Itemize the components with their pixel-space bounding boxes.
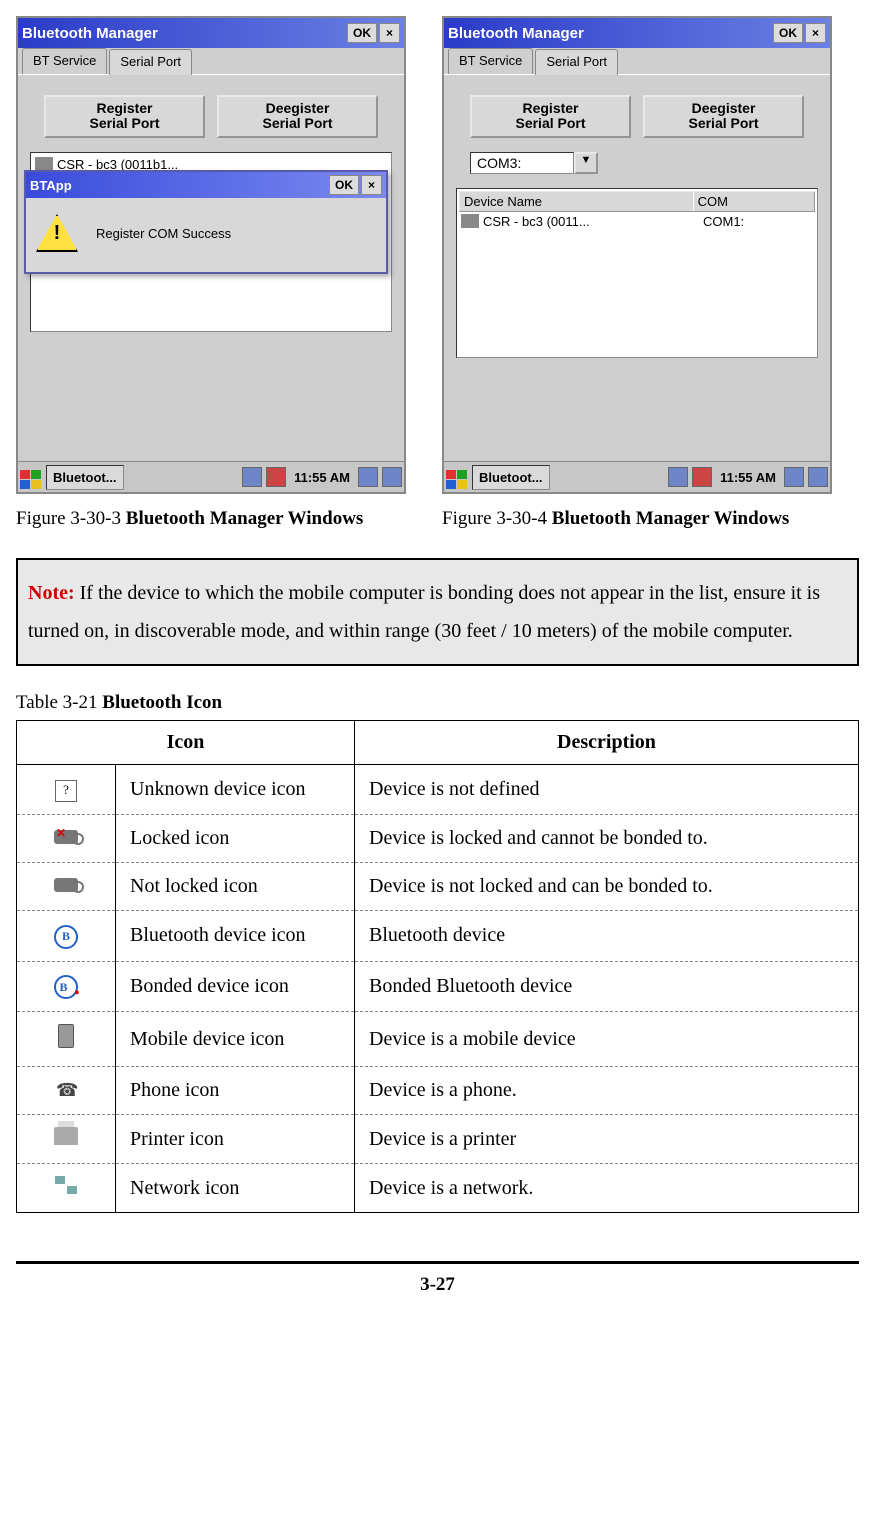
figures-row: Bluetooth Manager OK × BT Service Serial… — [16, 16, 859, 530]
tray-icon-1[interactable] — [668, 467, 688, 487]
taskbar-app-button[interactable]: Bluetoot... — [472, 465, 550, 490]
right-title-text: Bluetooth Manager — [448, 25, 584, 42]
tray-icon-4[interactable] — [382, 467, 402, 487]
unknown-icon: ? — [55, 780, 77, 802]
left-dialog: BTApp OK × ! Register COM Success — [24, 170, 388, 274]
not-locked-icon — [54, 878, 78, 892]
list-item[interactable]: CSR - bc3 (0011... COM1: — [459, 212, 815, 231]
table-row: Mobile device icon Device is a mobile de… — [17, 1012, 859, 1067]
dialog-titlebar: BTApp OK × — [26, 172, 386, 198]
left-caption: Figure 3-30-3 Bluetooth Manager Windows — [16, 508, 363, 530]
note-text: If the device to which the mobile comput… — [28, 582, 820, 642]
note-label: Note: — [28, 582, 75, 604]
table-row: Phone icon Device is a phone. — [17, 1067, 859, 1115]
right-ok-button[interactable]: OK — [773, 23, 803, 43]
network-icon — [55, 1176, 77, 1194]
col-device-name[interactable]: Device Name — [460, 192, 694, 211]
chevron-down-icon[interactable]: ▼ — [574, 152, 598, 174]
start-icon[interactable] — [20, 467, 42, 487]
dialog-message: Register COM Success — [96, 226, 231, 241]
left-taskbar: Bluetoot... 11:55 AM — [18, 461, 404, 492]
right-device-list[interactable]: Device Name COM CSR - bc3 (0011... COM1: — [456, 188, 818, 358]
right-caption: Figure 3-30-4 Bluetooth Manager Windows — [442, 508, 789, 530]
left-tabs: BT Service Serial Port — [18, 48, 404, 75]
left-ok-button[interactable]: OK — [347, 23, 377, 43]
dialog-close-button[interactable]: × — [361, 175, 382, 195]
dialog-ok-button[interactable]: OK — [329, 175, 359, 195]
locked-icon — [54, 830, 78, 844]
left-title-text: Bluetooth Manager — [22, 25, 158, 42]
right-close-button[interactable]: × — [805, 23, 826, 43]
warning-icon: ! — [36, 214, 78, 252]
tray-icon-3[interactable] — [784, 467, 804, 487]
figure-left-block: Bluetooth Manager OK × BT Service Serial… — [16, 16, 406, 530]
device-icon — [461, 214, 479, 228]
left-close-button[interactable]: × — [379, 23, 400, 43]
tab-bt-service-r[interactable]: BT Service — [448, 48, 533, 74]
tray-icon-3[interactable] — [358, 467, 378, 487]
note-box: Note: If the device to which the mobile … — [16, 558, 859, 666]
right-tabs: BT Service Serial Port — [444, 48, 830, 75]
tray-icon-2[interactable] — [692, 467, 712, 487]
com-select[interactable]: COM3: ▼ — [470, 152, 804, 174]
taskbar-clock: 11:55 AM — [290, 470, 354, 485]
tray-icon-2[interactable] — [266, 467, 286, 487]
left-titlebar: Bluetooth Manager OK × — [18, 18, 404, 48]
printer-icon — [54, 1127, 78, 1145]
left-screenshot: Bluetooth Manager OK × BT Service Serial… — [16, 16, 406, 494]
header-icon: Icon — [17, 721, 355, 765]
tray-icon-1[interactable] — [242, 467, 262, 487]
com-select-value: COM3: — [470, 152, 574, 174]
right-body: Register Serial Port Deegister Serial Po… — [444, 75, 830, 465]
register-button-r[interactable]: Register Serial Port — [470, 95, 631, 138]
list-header: Device Name COM — [459, 191, 815, 212]
tray-icon-4[interactable] — [808, 467, 828, 487]
tab-serial-port-r[interactable]: Serial Port — [535, 49, 618, 75]
taskbar-clock: 11:55 AM — [716, 470, 780, 485]
deregister-button[interactable]: Deegister Serial Port — [217, 95, 378, 138]
right-screenshot: Bluetooth Manager OK × BT Service Serial… — [442, 16, 832, 494]
register-button[interactable]: Register Serial Port — [44, 95, 205, 138]
phone-icon — [56, 1079, 76, 1099]
right-titlebar: Bluetooth Manager OK × — [444, 18, 830, 48]
table-row: Not locked icon Device is not locked and… — [17, 863, 859, 911]
tab-serial-port[interactable]: Serial Port — [109, 49, 192, 75]
header-description: Description — [355, 721, 859, 765]
right-taskbar: Bluetoot... 11:55 AM — [444, 461, 830, 492]
col-com[interactable]: COM — [694, 192, 814, 211]
table-row: ? Unknown device icon Device is not defi… — [17, 765, 859, 815]
figure-right-block: Bluetooth Manager OK × BT Service Serial… — [442, 16, 832, 530]
deregister-button-r[interactable]: Deegister Serial Port — [643, 95, 804, 138]
page-footer: 3-27 — [16, 1261, 859, 1296]
bluetooth-icon-table: Icon Description ? Unknown device icon D… — [16, 720, 859, 1213]
table-row: B Bonded device icon Bonded Bluetooth de… — [17, 961, 859, 1012]
table-caption: Table 3-21 Bluetooth Icon — [16, 692, 859, 714]
start-icon[interactable] — [446, 467, 468, 487]
table-row: Network icon Device is a network. — [17, 1164, 859, 1213]
page-number: 3-27 — [420, 1274, 455, 1295]
bluetooth-device-icon: B — [54, 925, 78, 949]
table-row: B Bluetooth device icon Bluetooth device — [17, 911, 859, 962]
tab-bt-service[interactable]: BT Service — [22, 48, 107, 74]
table-row: Printer icon Device is a printer — [17, 1115, 859, 1164]
mobile-device-icon — [58, 1024, 74, 1048]
dialog-title-text: BTApp — [30, 178, 72, 193]
taskbar-app-button[interactable]: Bluetoot... — [46, 465, 124, 490]
bonded-device-icon: B — [54, 975, 78, 999]
table-row: Locked icon Device is locked and cannot … — [17, 815, 859, 863]
